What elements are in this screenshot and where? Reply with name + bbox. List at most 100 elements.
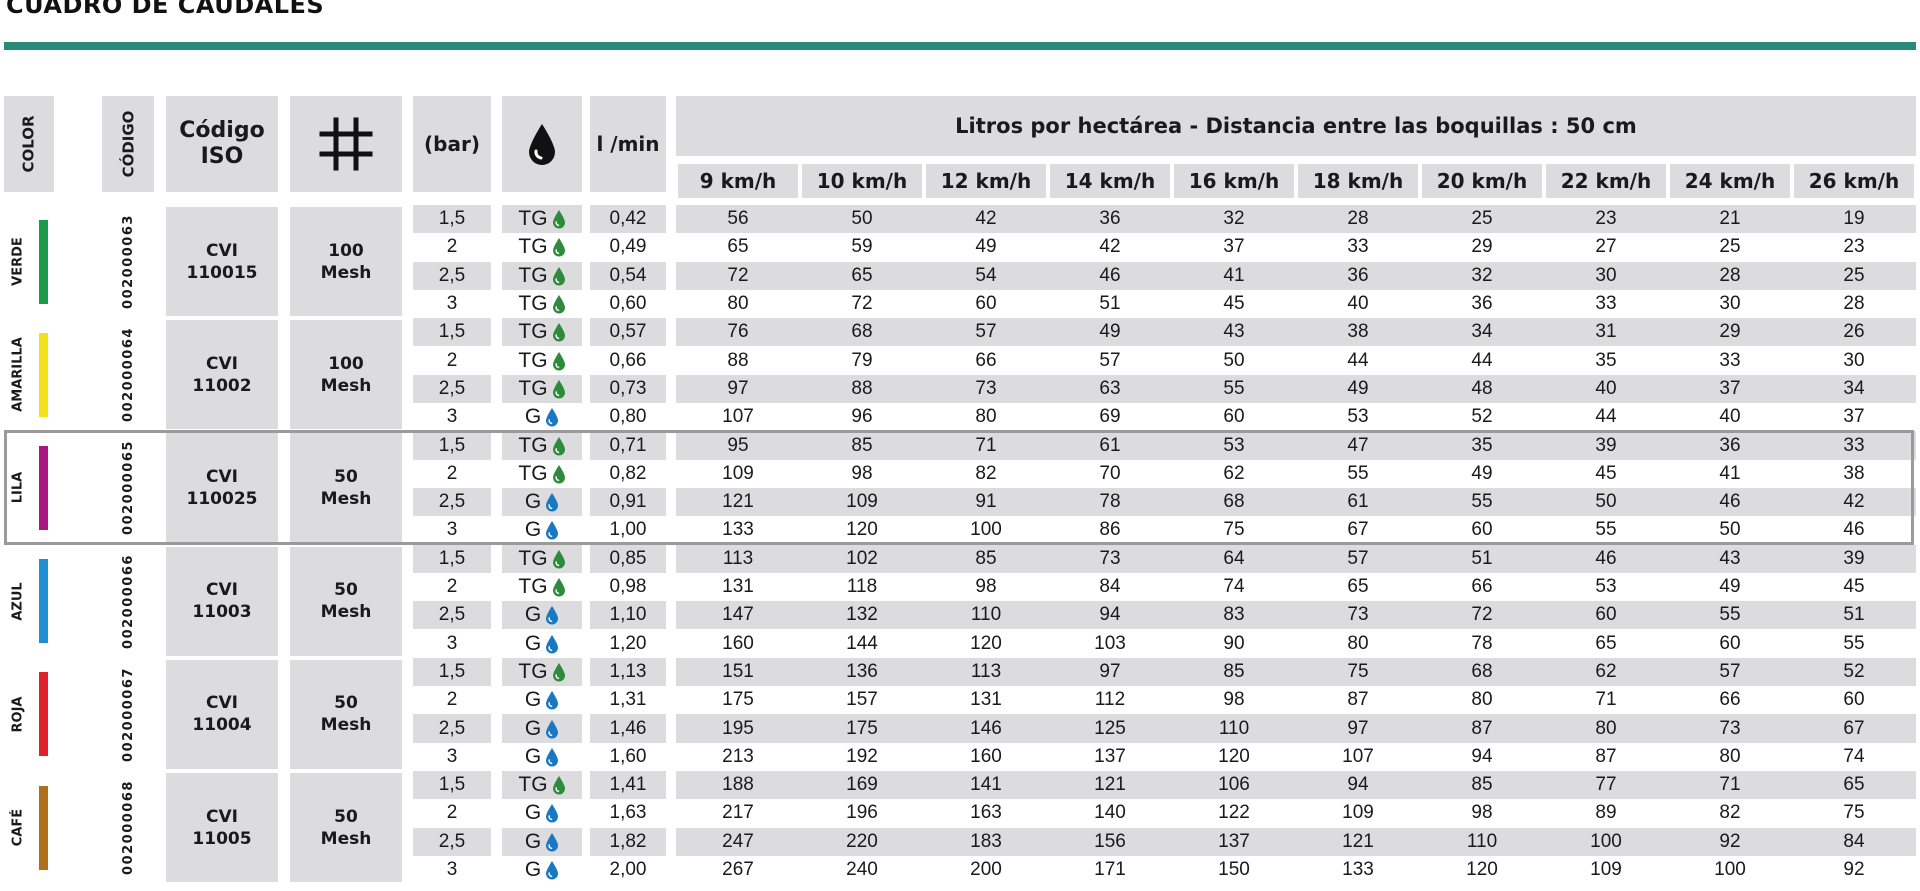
flow-lmin-cell: 0,98	[590, 572, 666, 602]
drop-type-label: G	[524, 631, 542, 655]
rate-cell: 220	[846, 830, 878, 852]
rate-cell: 65	[1843, 774, 1865, 796]
header-color: COLOR	[4, 96, 54, 192]
rate-cell: 120	[970, 632, 1002, 654]
drop-type-label: TG	[518, 376, 548, 400]
drop-type-label: TG	[518, 263, 548, 287]
rate-cell: 39	[1595, 434, 1617, 456]
rate-cell: 51	[1099, 293, 1121, 315]
table-row: 95 85 71 61 53 47 35 39 36 33	[676, 431, 1916, 460]
drop-type-cell: G	[502, 855, 582, 885]
water-drop-icon	[529, 124, 555, 165]
drop-type-label: G	[524, 603, 542, 627]
code-cell: 002000067	[102, 659, 154, 769]
blue-drop-icon	[546, 493, 559, 512]
blue-drop-icon	[546, 832, 559, 852]
iso-code-cell: CVI 110025	[166, 433, 278, 543]
rate-cell: 60	[1843, 689, 1865, 711]
pressure-cell: 2,5	[413, 261, 491, 290]
product-code: 002000064	[120, 327, 136, 423]
rate-cell: 89	[1595, 802, 1617, 824]
rate-cell: 213	[722, 745, 754, 767]
table-row: 56 50 42 36 32 28 25 23 21 19	[676, 205, 1916, 234]
color-swatch	[38, 445, 48, 530]
rate-cell: 55	[1471, 491, 1493, 513]
rate-cell: 84	[1843, 830, 1865, 852]
pressure-cell: 2,5	[413, 601, 491, 630]
rate-cell: 133	[1342, 859, 1374, 881]
rate-cell: 56	[727, 208, 749, 230]
color-cell: LILA	[4, 433, 54, 543]
pressure-cell: 2	[413, 799, 491, 828]
rate-cell: 132	[846, 604, 878, 626]
pressure-cell: 2,5	[413, 488, 491, 517]
rate-cell: 19	[1843, 208, 1865, 230]
drop-type-label: G	[524, 858, 542, 882]
rate-cell: 72	[1471, 604, 1493, 626]
rate-cell: 50	[1719, 519, 1741, 541]
rate-cell: 109	[722, 462, 754, 484]
drop-type-cell: TG	[502, 346, 582, 375]
rate-cell: 80	[1471, 689, 1493, 711]
rate-cell: 73	[1719, 717, 1741, 739]
rate-cell: 98	[851, 462, 873, 484]
rate-cell: 60	[1719, 632, 1741, 654]
rate-cell: 82	[1719, 802, 1741, 824]
green-drop-icon	[552, 578, 565, 597]
rate-cell: 91	[975, 491, 997, 513]
drop-type-label: G	[524, 716, 542, 740]
header-bar: (bar)	[413, 96, 491, 192]
code-cell: 002000068	[102, 773, 154, 883]
drop-type-label: TG	[518, 659, 548, 683]
rate-cell: 34	[1843, 377, 1865, 399]
green-drop-icon	[552, 776, 565, 795]
rate-cell: 43	[1223, 321, 1245, 343]
mesh-unit: Mesh	[320, 375, 372, 396]
pressure-cell: 1,5	[413, 657, 491, 687]
rate-cell: 37	[1719, 377, 1741, 399]
flow-lmin-cell: 1,82	[590, 827, 666, 856]
rate-cell: 110	[970, 604, 1002, 626]
rate-cell: 54	[975, 264, 997, 286]
blue-drop-icon	[546, 861, 559, 880]
blue-drop-icon	[546, 691, 559, 710]
rate-cell: 42	[1843, 491, 1865, 513]
flow-lmin-cell: 1,10	[590, 601, 666, 630]
rate-cell: 122	[1218, 802, 1250, 824]
rate-cell: 60	[975, 293, 997, 315]
blue-drop-icon	[546, 634, 559, 654]
green-drop-icon	[552, 238, 565, 257]
green-drop-icon	[552, 351, 565, 371]
rate-cell: 113	[970, 660, 1002, 682]
header-codigo: CÓDIGO	[102, 96, 154, 192]
green-drop-icon	[552, 379, 565, 399]
table-row: 109 98 82 70 62 55 49 45 41 38	[676, 459, 1916, 488]
rate-cell: 106	[1218, 774, 1250, 796]
rate-cell: 88	[851, 377, 873, 399]
speed-header-6: 20 km/h	[1422, 164, 1542, 198]
rate-cell: 195	[722, 717, 754, 739]
speed-header-3: 14 km/h	[1050, 164, 1170, 198]
rate-cell: 25	[1471, 208, 1493, 230]
rate-cell: 26	[1843, 321, 1865, 343]
color-label: AMARILLA	[10, 337, 25, 413]
drop-type-label: G	[524, 744, 542, 768]
rate-cell: 33	[1719, 349, 1741, 371]
mesh-unit: Mesh	[320, 715, 372, 736]
pressure-cell: 3	[413, 516, 491, 545]
rate-cell: 118	[846, 576, 878, 598]
rate-cell: 25	[1843, 264, 1865, 286]
color-label: AZUL	[10, 582, 25, 621]
rate-cell: 141	[970, 774, 1002, 796]
pressure-cell: 2	[413, 459, 491, 488]
mesh-cell: 50 Mesh	[290, 659, 402, 769]
rate-cell: 55	[1843, 632, 1865, 654]
rate-cell: 84	[1099, 576, 1121, 598]
flow-lmin-cell: 0,60	[590, 289, 666, 319]
table-row: 247 220 183 156 137 121 110 100 92 84	[676, 827, 1916, 856]
rate-cell: 87	[1471, 717, 1493, 739]
rate-cell: 88	[727, 349, 749, 371]
color-cell: AZUL	[4, 546, 54, 656]
iso-code-cell: CVI 110015	[166, 207, 278, 317]
rate-cell: 160	[970, 745, 1002, 767]
